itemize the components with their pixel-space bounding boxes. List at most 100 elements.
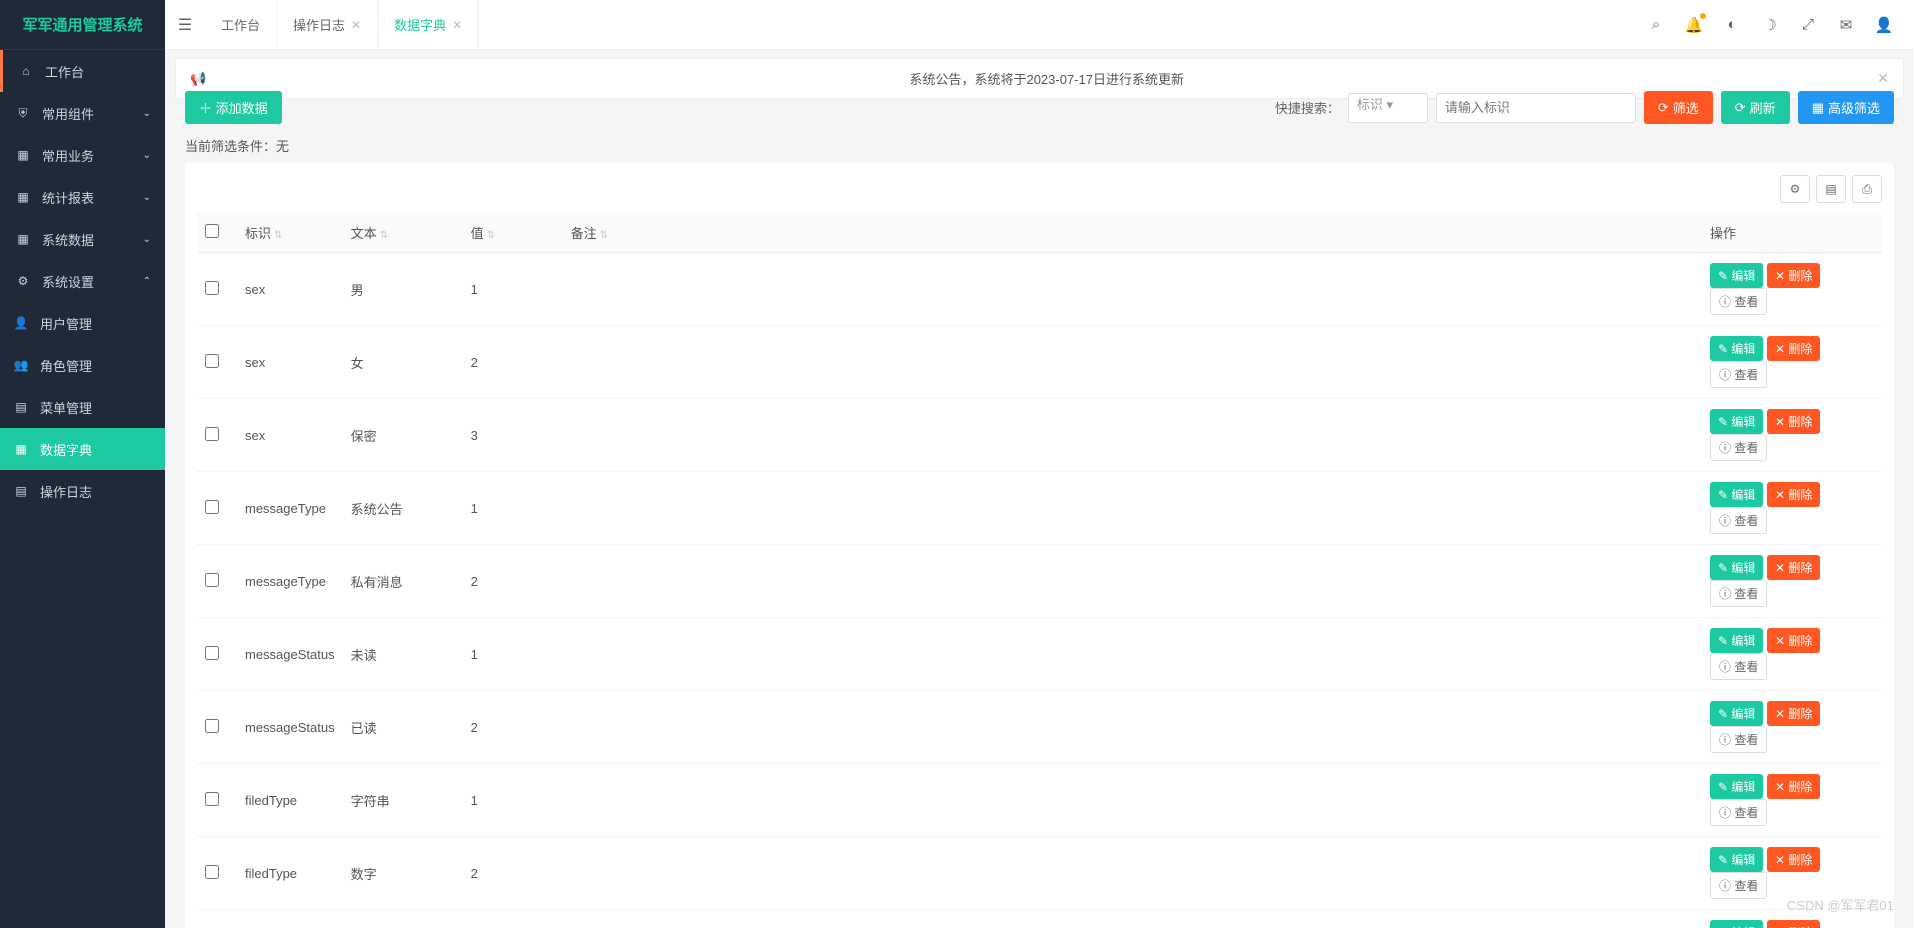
advanced-filter-button[interactable]: ▦ 高级筛选 <box>1798 91 1894 124</box>
delete-button[interactable]: ✕ 删除 <box>1767 847 1820 872</box>
delete-button[interactable]: ✕ 删除 <box>1767 920 1820 928</box>
theme-icon[interactable]: ☽ <box>1754 9 1786 41</box>
sidebar-subitem[interactable]: 👤用户管理 <box>0 302 165 344</box>
menu-toggle-icon[interactable]: ☰ <box>165 15 205 35</box>
delete-button[interactable]: ✕ 删除 <box>1767 336 1820 361</box>
table-row: messageType系统公告1 ✎ 编辑 ✕ 删除 ⓘ 查看 <box>197 472 1882 545</box>
print-icon[interactable]: ⎙ <box>1852 175 1882 203</box>
delete-button[interactable]: ✕ 删除 <box>1767 628 1820 653</box>
chevron-icon: ⌄ <box>143 234 151 245</box>
edit-button[interactable]: ✎ 编辑 <box>1710 263 1763 288</box>
table-row: messageStatus已读2 ✎ 编辑 ✕ 删除 ⓘ 查看 <box>197 691 1882 764</box>
nav-icon: ⛨ <box>14 106 32 121</box>
sidebar-subitem[interactable]: 👥角色管理 <box>0 344 165 386</box>
delete-button[interactable]: ✕ 删除 <box>1767 263 1820 288</box>
row-checkbox[interactable] <box>205 281 219 295</box>
search-field-select[interactable]: 标识 ▾ <box>1348 93 1428 123</box>
view-button[interactable]: ⓘ 查看 <box>1710 799 1767 826</box>
view-button[interactable]: ⓘ 查看 <box>1710 507 1767 534</box>
table-row: sex男1 ✎ 编辑 ✕ 删除 ⓘ 查看 <box>197 253 1882 326</box>
sidebar-item[interactable]: ▦常用业务⌄ <box>0 134 165 176</box>
tab[interactable]: 数据字典✕ <box>378 0 479 50</box>
delete-button[interactable]: ✕ 删除 <box>1767 555 1820 580</box>
table-row: filedType字符串1 ✎ 编辑 ✕ 删除 ⓘ 查看 <box>197 764 1882 837</box>
nav-icon: ⚙ <box>14 274 32 288</box>
sort-icon[interactable]: ⇅ <box>600 230 608 241</box>
delete-button[interactable]: ✕ 删除 <box>1767 701 1820 726</box>
chevron-icon: ⌄ <box>143 108 151 119</box>
row-checkbox[interactable] <box>205 500 219 514</box>
edit-button[interactable]: ✎ 编辑 <box>1710 847 1763 872</box>
delete-button[interactable]: ✕ 删除 <box>1767 409 1820 434</box>
watermark: CSDN @军军君01 <box>1787 895 1894 914</box>
tab[interactable]: 工作台 <box>205 0 277 50</box>
speaker-icon: 📢 <box>190 71 206 87</box>
row-checkbox[interactable] <box>205 719 219 733</box>
search-icon[interactable]: ⌕ <box>1640 9 1672 41</box>
view-button[interactable]: ⓘ 查看 <box>1710 580 1767 607</box>
edit-button[interactable]: ✎ 编辑 <box>1710 920 1763 928</box>
view-button[interactable]: ⓘ 查看 <box>1710 872 1767 899</box>
delete-button[interactable]: ✕ 删除 <box>1767 482 1820 507</box>
table-row: sex女2 ✎ 编辑 ✕ 删除 ⓘ 查看 <box>197 326 1882 399</box>
nav-icon: ▦ <box>14 148 32 162</box>
edit-button[interactable]: ✎ 编辑 <box>1710 482 1763 507</box>
mail-icon[interactable]: ✉ <box>1830 9 1862 41</box>
view-button[interactable]: ⓘ 查看 <box>1710 288 1767 315</box>
sidebar-subitem[interactable]: ▤菜单管理 <box>0 386 165 428</box>
edit-button[interactable]: ✎ 编辑 <box>1710 628 1763 653</box>
sidebar-item[interactable]: ▦统计报表⌄ <box>0 176 165 218</box>
sidebar-item[interactable]: ▦系统数据⌄ <box>0 218 165 260</box>
view-button[interactable]: ⓘ 查看 <box>1710 653 1767 680</box>
chevron-icon: ⌃ <box>143 276 151 287</box>
view-button[interactable]: ⓘ 查看 <box>1710 726 1767 753</box>
delete-button[interactable]: ✕ 删除 <box>1767 774 1820 799</box>
view-button[interactable]: ⓘ 查看 <box>1710 361 1767 388</box>
dashboard-icon[interactable]: ◐ <box>1716 9 1748 41</box>
edit-button[interactable]: ✎ 编辑 <box>1710 701 1763 726</box>
add-button[interactable]: ＋ 添加数据 <box>185 91 282 124</box>
toolbar: ＋ 添加数据 快捷搜索： 标识 ▾ ⟳ 筛选 ⟳ 刷新 ▦ 高级筛选 <box>165 91 1914 124</box>
close-icon[interactable]: ✕ <box>452 18 462 32</box>
edit-button[interactable]: ✎ 编辑 <box>1710 555 1763 580</box>
sort-icon[interactable]: ⇅ <box>487 230 495 241</box>
row-checkbox[interactable] <box>205 427 219 441</box>
filter-button[interactable]: ⟳ 筛选 <box>1644 91 1713 124</box>
sidebar-subitem[interactable]: ▦数据字典 <box>0 428 165 470</box>
table-row: filedType数字2 ✎ 编辑 ✕ 删除 ⓘ 查看 <box>197 837 1882 910</box>
row-checkbox[interactable] <box>205 646 219 660</box>
notice-text: 系统公告，系统将于2023-07-17日进行系统更新 <box>216 69 1877 88</box>
columns-icon[interactable]: ⚙ <box>1780 175 1810 203</box>
edit-button[interactable]: ✎ 编辑 <box>1710 336 1763 361</box>
sidebar-item[interactable]: ⛨常用组件⌄ <box>0 92 165 134</box>
edit-button[interactable]: ✎ 编辑 <box>1710 409 1763 434</box>
close-icon[interactable]: ✕ <box>1877 70 1889 87</box>
select-all-checkbox[interactable] <box>205 224 219 238</box>
row-checkbox[interactable] <box>205 792 219 806</box>
sidebar: 军军通用管理系统 ⌂工作台⛨常用组件⌄▦常用业务⌄▦统计报表⌄▦系统数据⌄⚙系统… <box>0 0 165 928</box>
refresh-button[interactable]: ⟳ 刷新 <box>1721 91 1790 124</box>
nav-icon: 👤 <box>12 316 30 330</box>
edit-button[interactable]: ✎ 编辑 <box>1710 774 1763 799</box>
sidebar-item[interactable]: ⚙系统设置⌃ <box>0 260 165 302</box>
search-input[interactable] <box>1436 93 1636 123</box>
table-row: messageType私有消息2 ✎ 编辑 ✕ 删除 ⓘ 查看 <box>197 545 1882 618</box>
density-icon[interactable]: ▤ <box>1816 175 1846 203</box>
sort-icon[interactable]: ⇅ <box>274 230 282 241</box>
bell-icon[interactable]: 🔔 <box>1678 9 1710 41</box>
row-checkbox[interactable] <box>205 573 219 587</box>
sidebar-item[interactable]: ⌂工作台 <box>0 50 165 92</box>
table-row: filedType小数3 ✎ 编辑 ✕ 删除 ⓘ 查看 <box>197 910 1882 928</box>
row-checkbox[interactable] <box>205 865 219 879</box>
sidebar-subitem[interactable]: ▤操作日志 <box>0 470 165 512</box>
close-icon[interactable]: ✕ <box>351 18 361 32</box>
table-row: sex保密3 ✎ 编辑 ✕ 删除 ⓘ 查看 <box>197 399 1882 472</box>
row-checkbox[interactable] <box>205 354 219 368</box>
tab[interactable]: 操作日志✕ <box>277 0 378 50</box>
fullscreen-icon[interactable]: ⤢ <box>1792 9 1824 41</box>
sort-icon[interactable]: ⇅ <box>380 230 388 241</box>
nav-icon: ▦ <box>14 190 32 204</box>
view-button[interactable]: ⓘ 查看 <box>1710 434 1767 461</box>
user-icon[interactable]: 👤 <box>1868 9 1900 41</box>
nav-icon: ⌂ <box>17 64 35 78</box>
